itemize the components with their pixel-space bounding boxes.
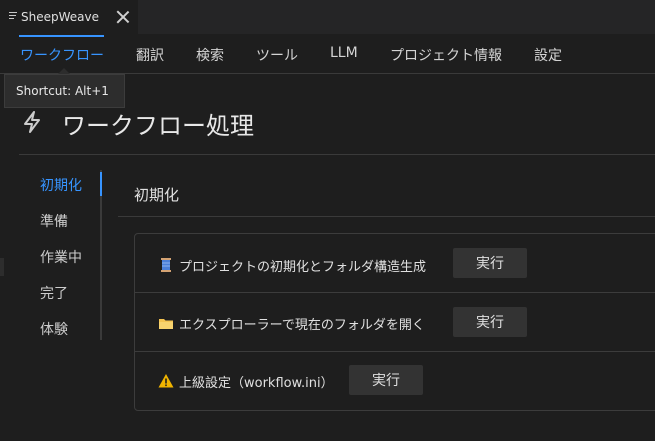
actions-panel: プロジェクトの初期化とフォルダ構造生成 実行 エクスプローラーで現在のフォルダを…	[134, 233, 655, 411]
sidenav-active-indicator	[100, 172, 102, 196]
action-row-init: プロジェクトの初期化とフォルダ構造生成 実行	[135, 234, 655, 293]
spool-icon	[161, 258, 171, 272]
sidenav-item-prepare[interactable]: 準備	[40, 211, 68, 231]
lightning-icon	[24, 111, 40, 133]
action-row-open-folder: エクスプローラーで現在のフォルダを開く 実行	[135, 293, 655, 352]
menu-item-llm[interactable]: LLM	[330, 45, 358, 61]
run-open-folder-button[interactable]: 実行	[453, 307, 527, 337]
editor-tab-bar: SheepWeave	[0, 0, 655, 34]
shortcut-tooltip: Shortcut: Alt+1	[4, 74, 125, 108]
action-label-open-folder: エクスプローラーで現在のフォルダを開く	[179, 318, 425, 333]
menu-item-search[interactable]: 検索	[196, 45, 224, 65]
folder-icon	[159, 319, 173, 329]
menu-item-settings[interactable]: 設定	[534, 45, 562, 65]
sidenav-item-experience[interactable]: 体験	[40, 319, 68, 339]
menu-item-tools[interactable]: ツール	[256, 45, 298, 65]
document-lines-icon	[9, 12, 17, 21]
menu-item-project-info[interactable]: プロジェクト情報	[390, 45, 502, 65]
active-menu-underline	[19, 35, 104, 37]
workflow-side-nav: 初期化 準備 作業中 完了 体験	[30, 170, 102, 340]
section-divider	[118, 216, 655, 217]
section-title: 初期化	[134, 186, 180, 204]
title-divider	[19, 154, 655, 155]
tab-sheepweave[interactable]: SheepWeave	[0, 0, 138, 34]
action-label-init: プロジェクトの初期化とフォルダ構造生成	[179, 260, 427, 275]
sidenav-item-done[interactable]: 完了	[40, 283, 68, 303]
sidenav-item-init[interactable]: 初期化	[40, 175, 82, 195]
page-title: ワークフロー処理	[62, 112, 254, 140]
warning-icon	[158, 374, 174, 388]
tooltip-text: Shortcut: Alt+1	[16, 84, 109, 98]
close-icon[interactable]	[116, 10, 130, 24]
sidenav-item-in-progress[interactable]: 作業中	[40, 247, 82, 267]
menu-item-workflow[interactable]: ワークフロー	[20, 45, 104, 65]
run-init-button[interactable]: 実行	[453, 248, 527, 278]
main-menu-bar: ワークフロー 翻訳 検索 ツール LLM プロジェクト情報 設定	[0, 34, 655, 74]
action-row-advanced: 上級設定（workflow.ini） 実行	[135, 352, 655, 411]
left-gutter-marker	[0, 258, 4, 276]
action-label-advanced: 上級設定（workflow.ini）	[179, 376, 334, 391]
tab-title: SheepWeave	[21, 10, 99, 24]
run-advanced-button[interactable]: 実行	[349, 365, 423, 395]
menu-item-translate[interactable]: 翻訳	[136, 45, 164, 65]
